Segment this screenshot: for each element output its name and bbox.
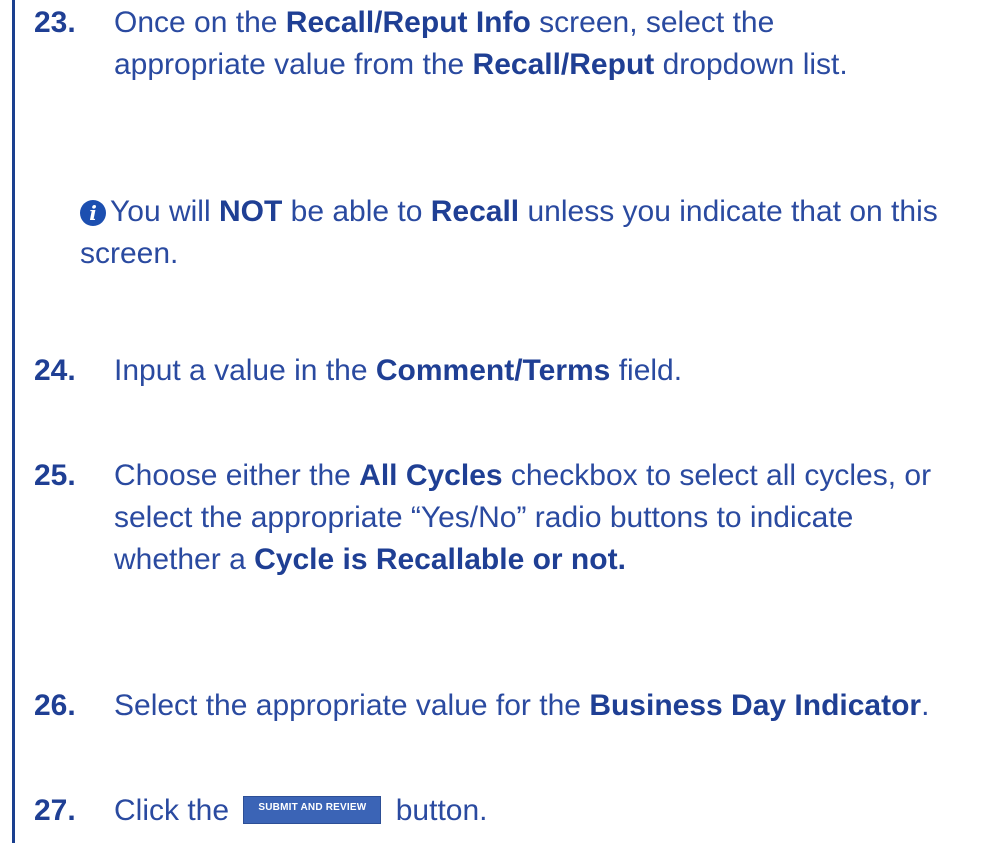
step-number: 26. (34, 689, 76, 722)
field-name: Comment/Terms (375, 354, 611, 387)
step-text: Once on the Recall/Reput Info screen, se… (114, 6, 848, 81)
step-number: 24. (34, 354, 76, 387)
step-text: Click the SUBMIT AND REVIEW button. (114, 794, 488, 827)
indicator-name: Business Day Indicator (589, 689, 922, 722)
info-icon: i (80, 200, 106, 226)
checkbox-name: All Cycles (359, 459, 503, 492)
dropdown-name: Recall/Reput (472, 48, 655, 81)
step-number: 25. (34, 459, 76, 492)
info-note: i You will NOT be able to Recall unless y… (80, 195, 938, 270)
step-27: 27. Click the SUBMIT AND REVIEW button. (34, 790, 954, 832)
step-text: Select the appropriate value for the Bus… (114, 689, 930, 722)
step-24: 24. Input a value in the Comment/Terms f… (34, 350, 954, 392)
submit-and-review-button[interactable]: SUBMIT AND REVIEW (243, 796, 382, 824)
step-text: Choose either the All Cycles checkbox to… (114, 459, 932, 576)
step-number: 23. (34, 6, 76, 39)
left-border-rule (12, 0, 15, 843)
step-text: Input a value in the Comment/Terms field… (114, 354, 683, 387)
step-26: 26. Select the appropriate value for the… (34, 685, 954, 727)
step-23: 23. Once on the Recall/Reput Info screen… (34, 2, 954, 86)
screen-name: Recall/Reput Info (285, 6, 531, 39)
step-number: 27. (34, 794, 76, 827)
recallable-term: Cycle is Recallable or not. (254, 543, 626, 576)
step-25: 25. Choose either the All Cycles checkbo… (34, 455, 954, 581)
